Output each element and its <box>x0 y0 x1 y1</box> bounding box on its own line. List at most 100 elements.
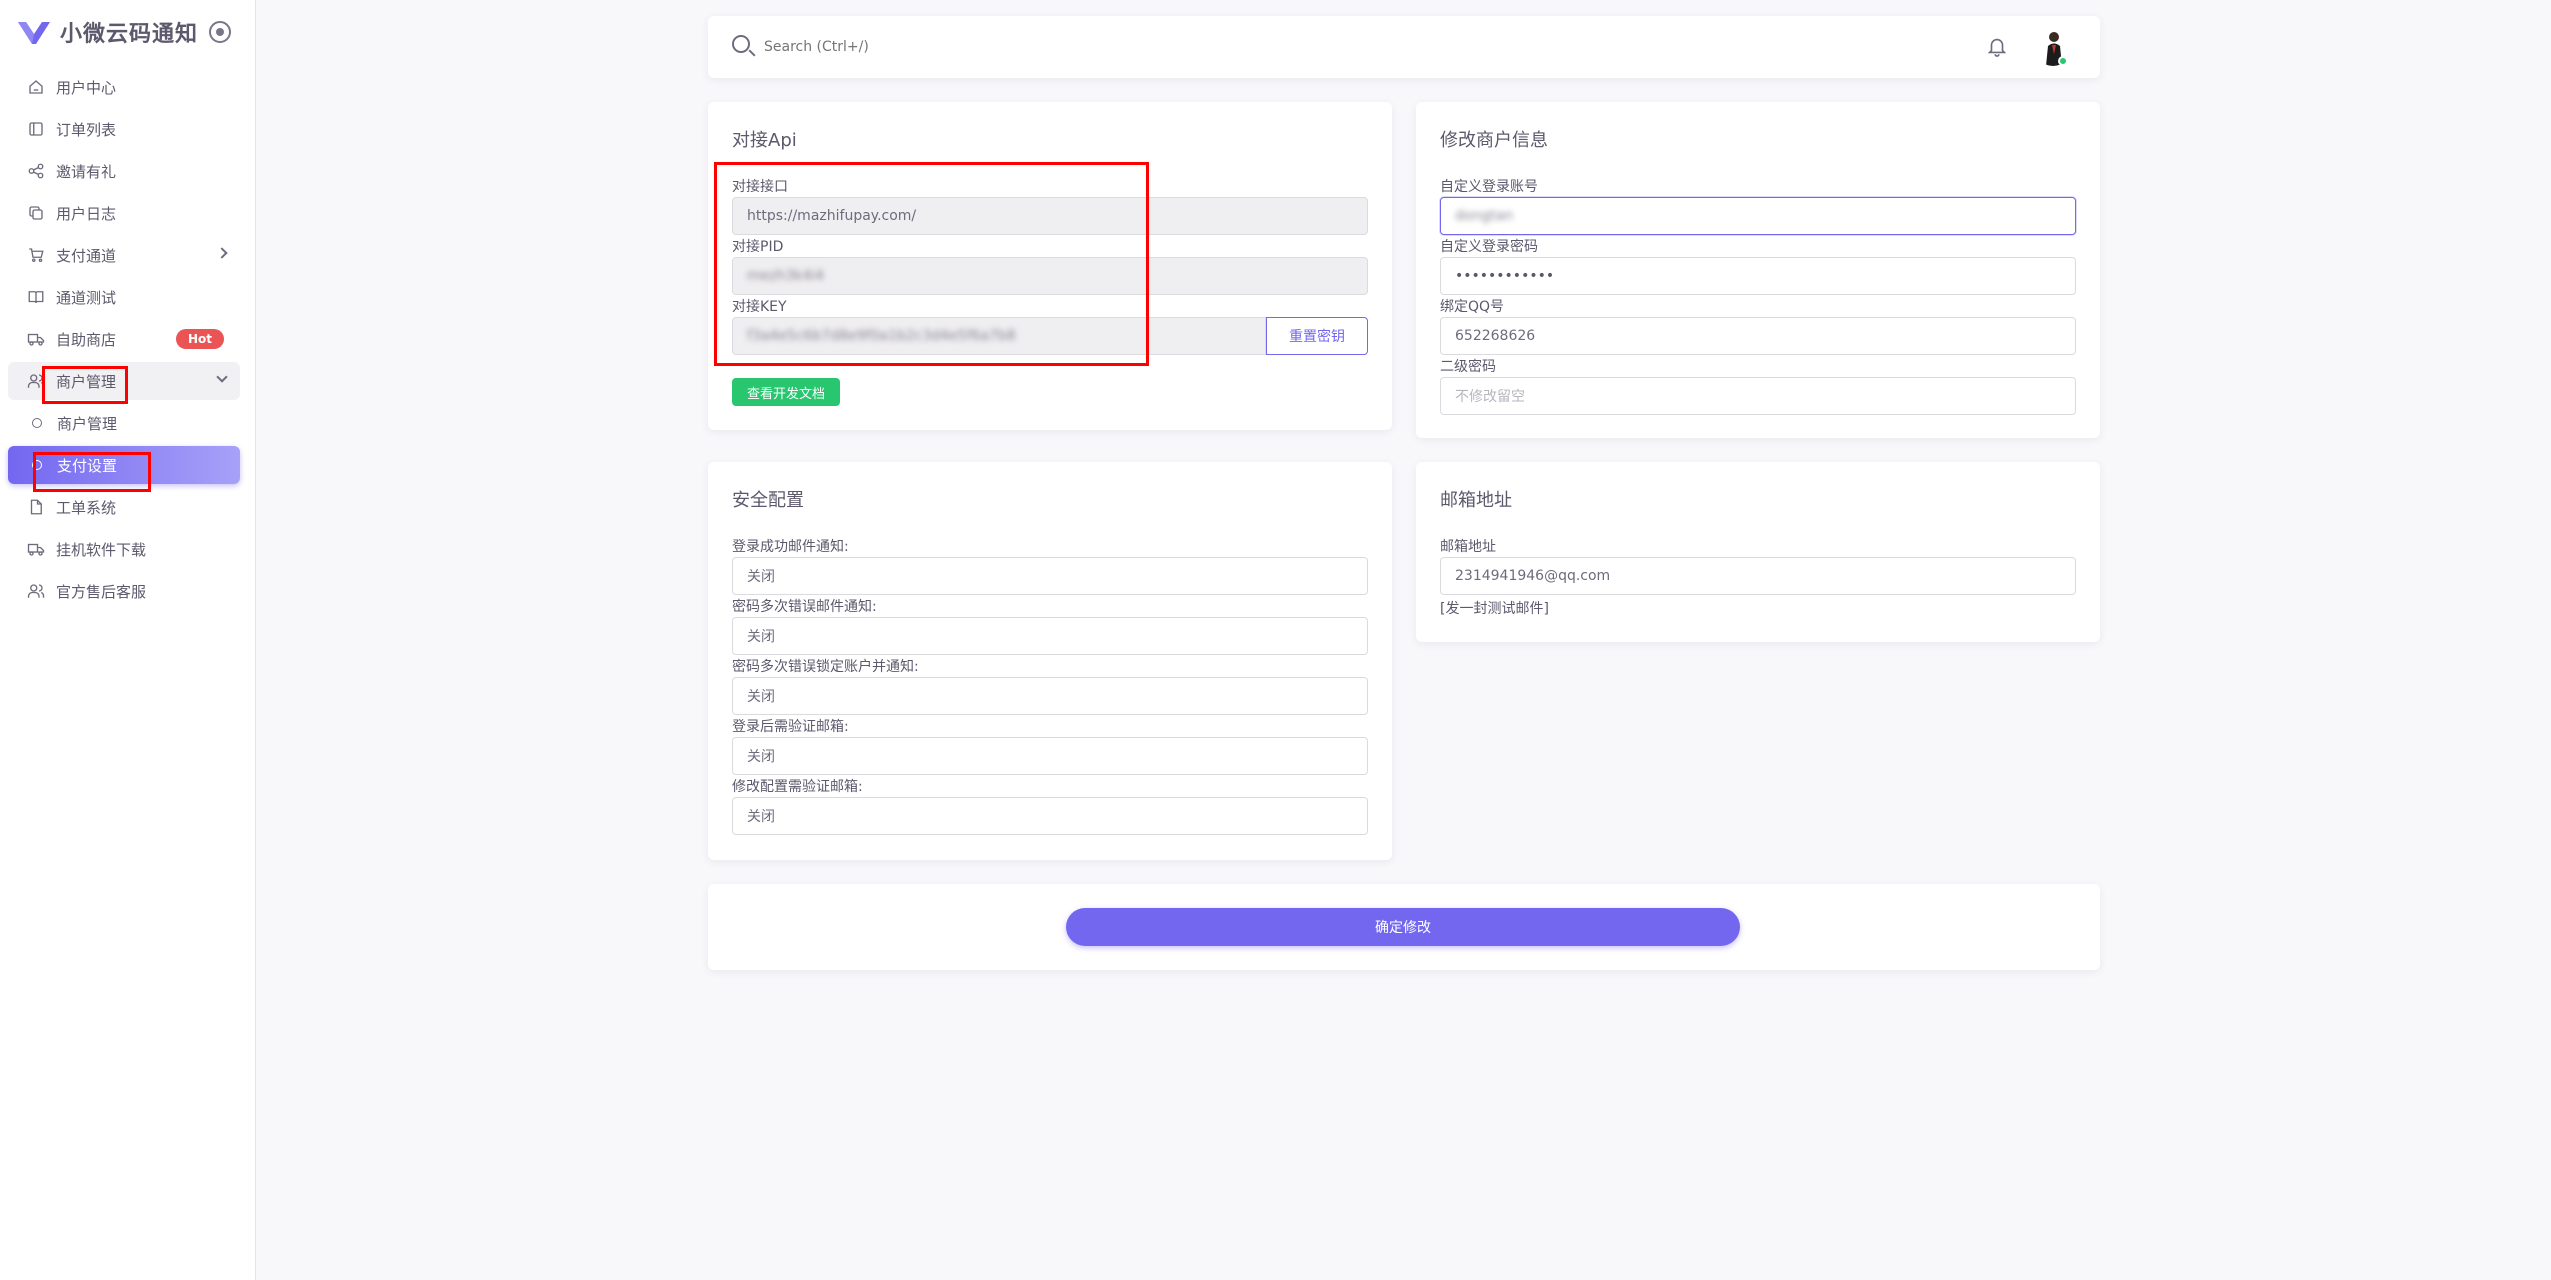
truck-icon <box>26 329 46 349</box>
second-password-input[interactable]: 不修改留空 <box>1440 377 2076 415</box>
qq-label: 绑定QQ号 <box>1440 299 1505 315</box>
sidebar-item-label: 挂机软件下载 <box>56 540 147 559</box>
sidebar-item-label: 官方售后客服 <box>56 582 147 601</box>
hot-badge: Hot <box>175 329 224 349</box>
login-password-label: 自定义登录密码 <box>1440 239 1538 255</box>
confirm-button[interactable]: 确定修改 <box>1066 908 1740 946</box>
select-value: 关闭 <box>747 749 775 765</box>
endpoint-label: 对接接口 <box>732 179 788 195</box>
sidebar-item-label: 自助商店 <box>56 330 117 349</box>
pid-label: 对接PID <box>732 239 784 255</box>
login-password-value: •••••••••••• <box>1455 268 1555 284</box>
truck-icon <box>26 539 46 559</box>
sidebar-nav: 用户中心 订单列表 邀请有礼 用户日志 支付通道 通道测试 自助商店 Hot 商… <box>8 68 240 614</box>
qq-input[interactable]: 652268626 <box>1440 317 2076 355</box>
card-title: 修改商户信息 <box>1440 130 1548 151</box>
sidebar-item-label: 订单列表 <box>56 120 117 139</box>
submit-card: 确定修改 <box>708 884 2100 970</box>
login-account-input[interactable]: dongtan <box>1440 197 2076 235</box>
send-test-email-link[interactable]: [发一封测试邮件] <box>1440 598 1549 618</box>
search-icon[interactable] <box>732 35 750 53</box>
sidebar-item-merchant-group[interactable]: 商户管理 <box>8 362 240 400</box>
chevron-right-icon <box>216 247 228 259</box>
key-label: 对接KEY <box>732 299 787 315</box>
circle-icon <box>32 460 42 470</box>
sidebar-item-user-center[interactable]: 用户中心 <box>8 68 240 106</box>
login-verify-email-select[interactable]: 关闭 <box>732 737 1368 775</box>
sidebar-item-label: 用户日志 <box>56 204 117 223</box>
config-verify-email-select[interactable]: 关闭 <box>732 797 1368 835</box>
sidebar-item-self-store[interactable]: 自助商店 Hot <box>8 320 240 358</box>
cart-icon <box>26 245 46 265</box>
chevron-down-icon <box>216 371 228 383</box>
security-config-card: 安全配置 登录成功邮件通知: 关闭 密码多次错误邮件通知: 关闭 密码多次错误锁… <box>708 462 1392 860</box>
sidebar-item-label: 支付通道 <box>56 246 117 265</box>
pid-field: mezh3k4i4 <box>732 257 1368 295</box>
sidebar-item-software-download[interactable]: 挂机软件下载 <box>8 530 240 568</box>
bell-icon[interactable] <box>1986 34 2008 58</box>
security-field-label: 修改配置需验证邮箱: <box>732 779 863 795</box>
copy-icon <box>26 203 46 223</box>
share-icon <box>26 161 46 181</box>
key-value: f3a4e5c6b7d8e9f0a1b2c3d4e5f6a7b8 <box>747 328 1016 344</box>
card-title: 安全配置 <box>732 490 804 511</box>
users-icon <box>26 581 46 601</box>
endpoint-value: https://mazhifupay.com/ <box>747 208 917 224</box>
pid-value: mezh3k4i4 <box>747 268 825 284</box>
select-value: 关闭 <box>747 629 775 645</box>
email-input[interactable]: 2314941946@qq.com <box>1440 557 2076 595</box>
collapse-sidebar-icon[interactable] <box>209 21 231 43</box>
api-card: 对接Api 对接接口 https://mazhifupay.com/ 对接PID… <box>708 102 1392 430</box>
login-notify-select[interactable]: 关闭 <box>732 557 1368 595</box>
card-title: 邮箱地址 <box>1440 490 1512 511</box>
top-navbar <box>708 16 2100 78</box>
book-icon <box>26 287 46 307</box>
sidebar-item-user-log[interactable]: 用户日志 <box>8 194 240 232</box>
security-field-label: 密码多次错误锁定账户并通知: <box>732 659 919 675</box>
sidebar-item-label: 商户管理 <box>56 372 117 391</box>
sidebar-item-tickets[interactable]: 工单系统 <box>8 488 240 526</box>
endpoint-field: https://mazhifupay.com/ <box>732 197 1368 235</box>
key-field: f3a4e5c6b7d8e9f0a1b2c3d4e5f6a7b8 <box>732 317 1266 355</box>
sidebar-item-label: 商户管理 <box>57 414 118 433</box>
login-account-label: 自定义登录账号 <box>1440 179 1538 195</box>
home-icon <box>26 77 46 97</box>
select-value: 关闭 <box>747 809 775 825</box>
qq-value: 652268626 <box>1455 328 1536 344</box>
reset-key-button[interactable]: 重置密钥 <box>1266 317 1368 355</box>
file-icon <box>26 497 46 517</box>
circle-icon <box>32 418 42 428</box>
lock-account-select[interactable]: 关闭 <box>732 677 1368 715</box>
security-field-label: 密码多次错误邮件通知: <box>732 599 877 615</box>
sidebar-item-label: 通道测试 <box>56 288 117 307</box>
sidebar-item-payment-channel[interactable]: 支付通道 <box>8 236 240 274</box>
select-value: 关闭 <box>747 689 775 705</box>
login-password-input[interactable]: •••••••••••• <box>1440 257 2076 295</box>
sidebar-item-label: 工单系统 <box>56 498 117 517</box>
sidebar: 小微云码通知 用户中心 订单列表 邀请有礼 用户日志 支付通道 通道测试 自助商… <box>0 0 256 1280</box>
security-field-label: 登录后需验证邮箱: <box>732 719 849 735</box>
sidebar-subitem-merchant[interactable]: 商户管理 <box>8 404 240 442</box>
card-title: 对接Api <box>732 130 797 151</box>
second-password-placeholder: 不修改留空 <box>1455 389 1525 405</box>
sidebar-item-support[interactable]: 官方售后客服 <box>8 572 240 610</box>
sidebar-item-channel-test[interactable]: 通道测试 <box>8 278 240 316</box>
sidebar-item-label: 用户中心 <box>56 78 117 97</box>
layout-icon <box>26 119 46 139</box>
sidebar-item-invite[interactable]: 邀请有礼 <box>8 152 240 190</box>
logo-icon <box>18 22 50 44</box>
brand[interactable]: 小微云码通知 <box>16 14 198 50</box>
brand-name: 小微云码通知 <box>60 22 199 47</box>
sidebar-item-label: 邀请有礼 <box>56 162 117 181</box>
login-account-value: dongtan <box>1455 208 1514 224</box>
search-input[interactable] <box>764 33 1264 61</box>
online-status-dot <box>2058 56 2068 66</box>
password-error-notify-select[interactable]: 关闭 <box>732 617 1368 655</box>
view-docs-button[interactable]: 查看开发文档 <box>732 378 840 406</box>
sidebar-item-orders[interactable]: 订单列表 <box>8 110 240 148</box>
security-field-label: 登录成功邮件通知: <box>732 539 849 555</box>
users-icon <box>26 371 46 391</box>
select-value: 关闭 <box>747 569 775 585</box>
email-value: 2314941946@qq.com <box>1455 568 1611 584</box>
sidebar-subitem-payment-settings[interactable]: 支付设置 <box>8 446 240 484</box>
